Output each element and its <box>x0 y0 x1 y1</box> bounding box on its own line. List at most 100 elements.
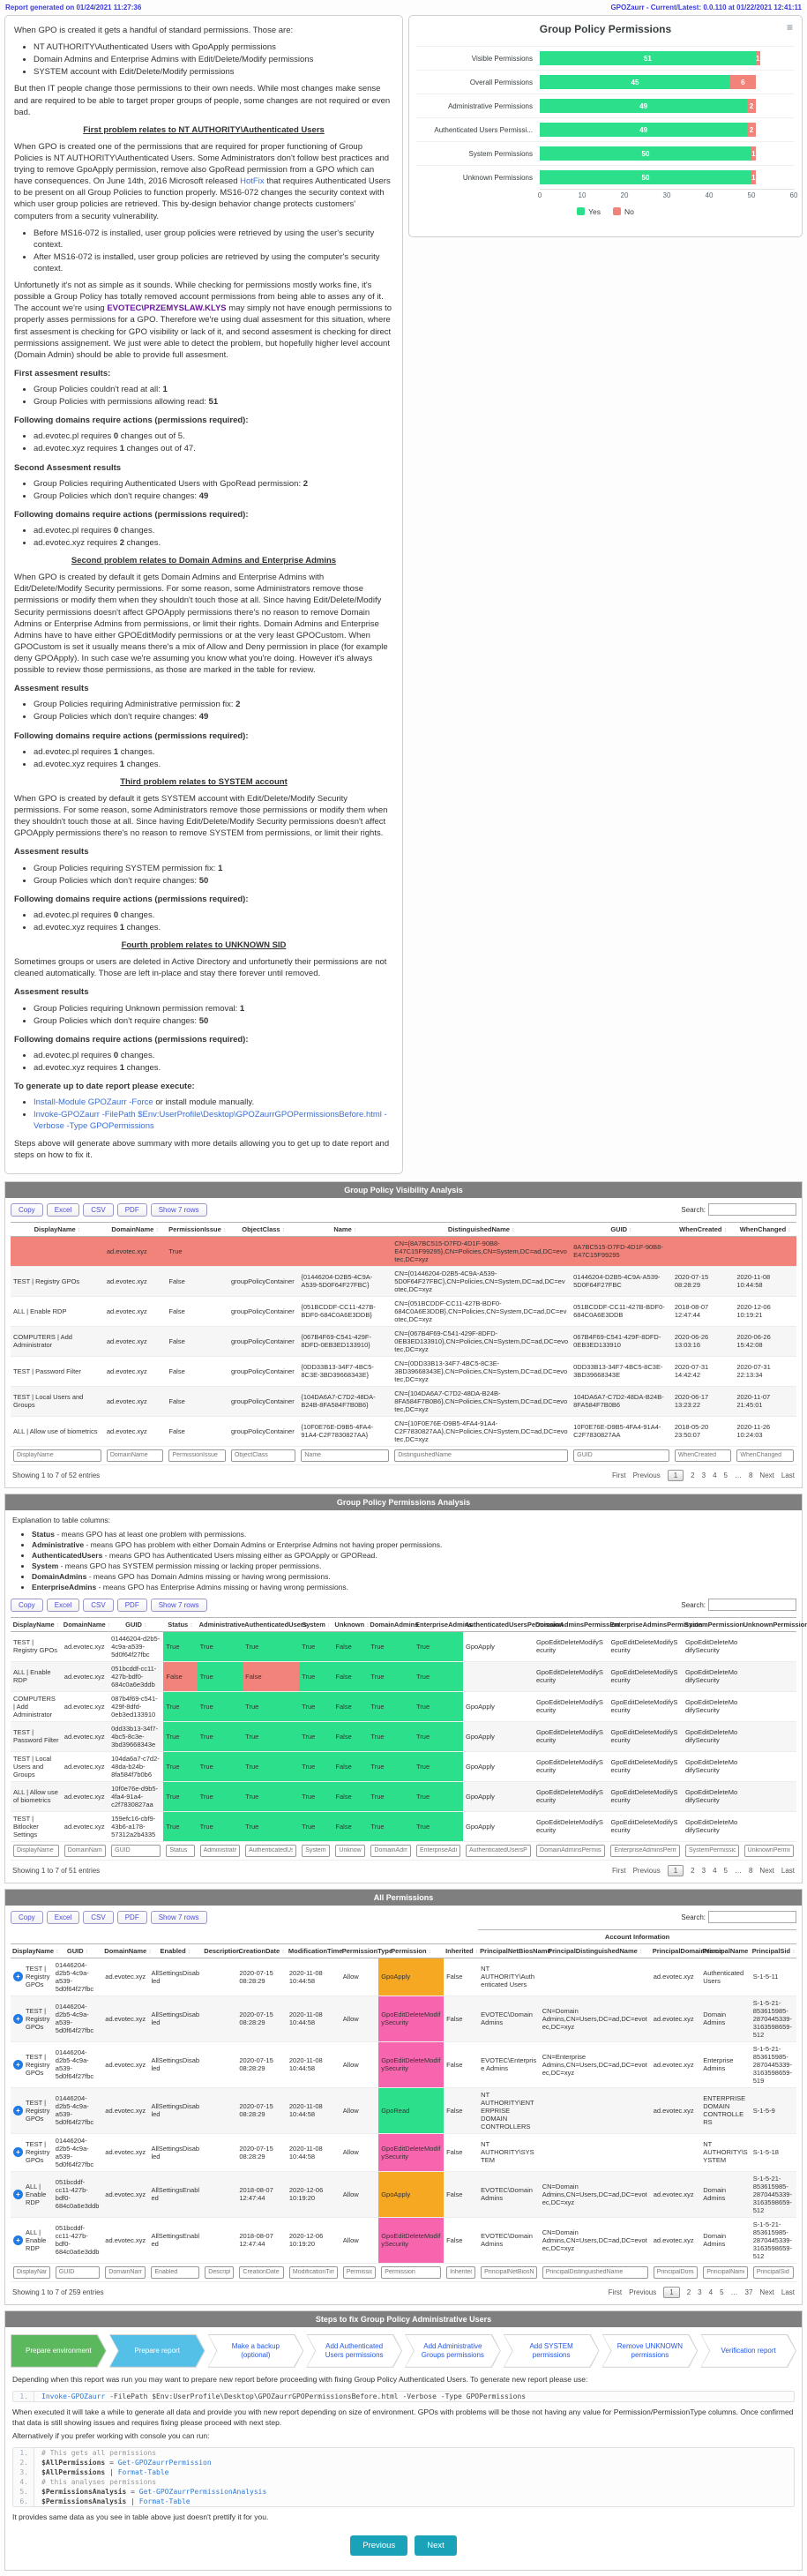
filter-input-enterpriseadminspermission[interactable] <box>610 1845 679 1857</box>
column-header-permissiontype[interactable]: PermissionType↕ <box>340 1943 378 1958</box>
pdf-button[interactable]: PDF <box>117 1911 147 1924</box>
filter-input-systempermission[interactable] <box>685 1845 739 1857</box>
expand-row-button[interactable]: + <box>13 1972 23 1981</box>
column-header-system[interactable]: System↕ <box>299 1617 333 1631</box>
show-7-rows-button[interactable]: Show 7 rows <box>151 1911 207 1924</box>
inline-link[interactable]: Invoke-GPOZaurr -FilePath $Env:UserProfi… <box>34 1110 387 1131</box>
page-button-first[interactable]: First <box>609 2288 623 2296</box>
column-header-authenticatedusers[interactable]: AuthenticatedUsers↕ <box>243 1617 299 1631</box>
column-header-authenticateduserspermission[interactable]: AuthenticatedUsersPermission↕ <box>463 1617 534 1631</box>
page-button-first[interactable]: First <box>612 1471 626 1479</box>
page-button-8[interactable]: 8 <box>749 1471 752 1479</box>
column-header-principaldomainname[interactable]: PrincipalDomainName↕ <box>651 1943 701 1958</box>
column-header-unknown[interactable]: Unknown↕ <box>333 1617 368 1631</box>
filter-input-name[interactable] <box>301 1449 389 1462</box>
filter-input-unknownpermission[interactable] <box>744 1845 794 1857</box>
column-header-distinguishedname[interactable]: DistinguishedName↕ <box>392 1222 571 1236</box>
filter-input-domainname[interactable] <box>105 2266 146 2279</box>
filter-input-displayname[interactable] <box>13 2266 50 2279</box>
expand-row-button[interactable]: + <box>13 2014 23 2024</box>
pdf-button[interactable]: PDF <box>117 1599 147 1612</box>
column-header-permissionissue[interactable]: PermissionIssue↕ <box>166 1222 228 1236</box>
column-header-administrative[interactable]: Administrative↕ <box>198 1617 243 1631</box>
column-header-principaldistinguishedname[interactable]: PrincipalDistinguishedName↕ <box>540 1943 651 1958</box>
filter-input-guid[interactable] <box>56 2266 101 2279</box>
page-button-last[interactable]: Last <box>781 1867 795 1875</box>
csv-button[interactable]: CSV <box>83 1203 113 1217</box>
column-header-creationdate[interactable]: CreationDate↕ <box>236 1943 287 1958</box>
show-7-rows-button[interactable]: Show 7 rows <box>151 1203 207 1217</box>
page-button-1[interactable]: 1 <box>668 1470 684 1481</box>
column-header-status[interactable]: Status↕ <box>163 1617 197 1631</box>
inline-link[interactable]: HotFix <box>240 176 264 186</box>
column-header-displayname[interactable]: DisplayName↕ <box>11 1943 53 1958</box>
page-button-previous[interactable]: Previous <box>633 1471 661 1479</box>
page-button-last[interactable]: Last <box>781 1471 795 1479</box>
filter-input-guid[interactable] <box>111 1845 161 1857</box>
column-header-displayname[interactable]: DisplayName↕ <box>11 1617 62 1631</box>
filter-input-permissiontype[interactable] <box>343 2266 376 2279</box>
copy-button[interactable]: Copy <box>11 1203 43 1217</box>
filter-input-domainname[interactable] <box>107 1449 164 1462</box>
page-button-2[interactable]: 2 <box>691 1471 694 1479</box>
filter-input-description[interactable] <box>205 2266 234 2279</box>
copy-button[interactable]: Copy <box>11 1911 43 1924</box>
excel-button[interactable]: Excel <box>47 1203 80 1217</box>
page-button-5[interactable]: 5 <box>724 1867 728 1875</box>
filter-input-inherited[interactable] <box>446 2266 475 2279</box>
column-header-whencreated[interactable]: WhenCreated↕ <box>672 1222 735 1236</box>
filter-input-objectclass[interactable] <box>231 1449 295 1462</box>
column-header-objectclass[interactable]: ObjectClass↕ <box>228 1222 298 1236</box>
column-header-permission[interactable]: Permission↕ <box>378 1943 444 1958</box>
column-header-guid[interactable]: GUID↕ <box>571 1222 672 1236</box>
csv-button[interactable]: CSV <box>83 1911 113 1924</box>
filter-input-permission[interactable] <box>381 2266 441 2279</box>
filter-input-displayname[interactable] <box>13 1845 59 1857</box>
column-header-principalname[interactable]: PrincipalName↕ <box>700 1943 751 1958</box>
csv-button[interactable]: CSV <box>83 1599 113 1612</box>
chart-menu-icon[interactable]: ≡ <box>787 23 793 32</box>
expand-row-button[interactable]: + <box>13 2060 23 2070</box>
column-header-displayname[interactable]: DisplayName↕ <box>11 1222 104 1236</box>
page-button-last[interactable]: Last <box>781 2288 795 2296</box>
page-button-2[interactable]: 2 <box>691 1867 694 1875</box>
filter-input-principaldistinguishedname[interactable] <box>542 2266 648 2279</box>
page-button-previous[interactable]: Previous <box>633 1867 661 1875</box>
filter-input-whencreated[interactable] <box>675 1449 732 1462</box>
column-header-principalnetbiosname[interactable]: PrincipalNetBiosName↕ <box>478 1943 540 1958</box>
filter-input-principalnetbiosname[interactable] <box>481 2266 537 2279</box>
column-header-domainname[interactable]: DomainName↕ <box>104 1222 167 1236</box>
copy-button[interactable]: Copy <box>11 1599 43 1612</box>
column-header-domainadminspermission[interactable]: DomainAdminsPermission↕ <box>534 1617 608 1631</box>
filter-input-authenticateduserspermission[interactable] <box>466 1845 531 1857</box>
filter-input-domainadmins[interactable] <box>370 1845 411 1857</box>
column-header-unknownpermission[interactable]: UnknownPermission↕ <box>742 1617 796 1631</box>
legend-item-yes[interactable]: Yes <box>577 207 601 216</box>
column-header-principalsid[interactable]: PrincipalSid↕ <box>751 1943 796 1958</box>
page-button-3[interactable]: 3 <box>702 1471 706 1479</box>
excel-button[interactable]: Excel <box>47 1599 80 1612</box>
column-header-domainname[interactable]: DomainName↕ <box>62 1617 108 1631</box>
filter-input-creationdate[interactable] <box>239 2266 284 2279</box>
filter-input-system[interactable] <box>302 1845 330 1857</box>
page-button-1[interactable]: 1 <box>668 1865 684 1876</box>
expand-row-button[interactable]: + <box>13 2235 23 2245</box>
column-header-description[interactable]: Description↕ <box>202 1943 236 1958</box>
previous-button[interactable]: Previous <box>350 2535 407 2556</box>
page-button-4[interactable]: 4 <box>713 1867 716 1875</box>
expand-row-button[interactable]: + <box>13 2106 23 2115</box>
filter-input-principaldomainname[interactable] <box>654 2266 699 2279</box>
column-header-guid[interactable]: GUID↕ <box>108 1617 163 1631</box>
expand-row-button[interactable]: + <box>13 2147 23 2157</box>
filter-input-administrative[interactable] <box>200 1845 241 1857</box>
column-header-inherited[interactable]: Inherited↕ <box>444 1943 478 1958</box>
page-button-8[interactable]: 8 <box>749 1867 752 1875</box>
filter-input-unknown[interactable] <box>335 1845 365 1857</box>
column-header-enabled[interactable]: Enabled↕ <box>148 1943 202 1958</box>
expand-row-button[interactable]: + <box>13 2190 23 2199</box>
legend-item-no[interactable]: No <box>613 207 634 216</box>
filter-input-principalsid[interactable] <box>753 2266 794 2279</box>
excel-button[interactable]: Excel <box>47 1911 80 1924</box>
page-button-previous[interactable]: Previous <box>629 2288 656 2296</box>
search-input[interactable] <box>708 1599 796 1611</box>
